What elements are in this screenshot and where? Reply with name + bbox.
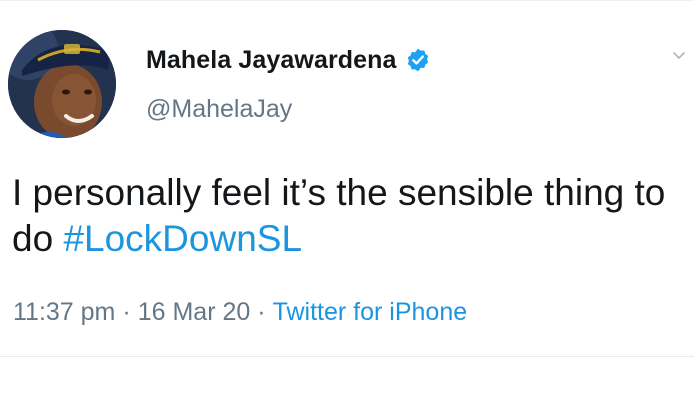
tweet-date[interactable]: 16 Mar 20 — [138, 298, 251, 327]
tweet-screenshot: Mahela Jayawardena @MahelaJay I personal… — [0, 0, 694, 407]
tweet-card[interactable]: Mahela Jayawardena @MahelaJay I personal… — [0, 0, 694, 360]
avatar[interactable] — [8, 30, 116, 138]
chevron-down-icon[interactable] — [672, 50, 686, 62]
bottom-divider — [0, 356, 694, 357]
tweet-source-link[interactable]: Twitter for iPhone — [273, 298, 468, 327]
hashtag-link[interactable]: #LockDownSL — [63, 218, 302, 259]
author-name-row[interactable]: Mahela Jayawardena — [146, 44, 431, 76]
tweet-time[interactable]: 11:37 pm — [13, 298, 115, 327]
verified-badge-icon — [405, 47, 431, 73]
display-name[interactable]: Mahela Jayawardena — [146, 46, 397, 75]
tweet-meta: 11:37 pm · 16 Mar 20 · Twitter for iPhon… — [13, 298, 467, 327]
tweet-text: I personally feel it’s the sensible thin… — [12, 170, 672, 262]
author-handle[interactable]: @MahelaJay — [146, 95, 292, 124]
meta-separator: · — [122, 298, 131, 326]
meta-separator: · — [257, 298, 266, 326]
